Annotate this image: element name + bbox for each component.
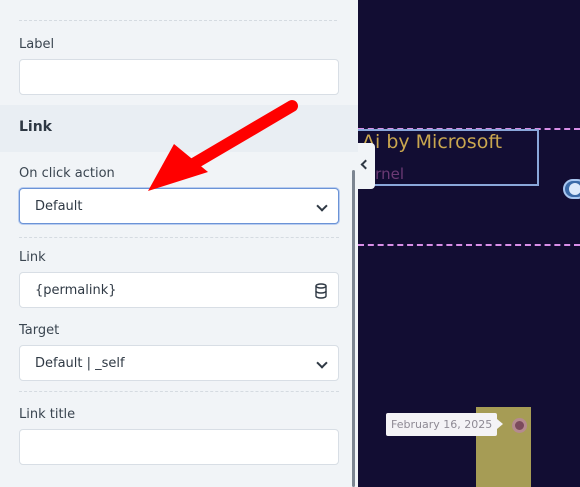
preview-canvas: Ai by Microsoft ornel February 16, 2025 <box>358 0 580 487</box>
chevron-down-icon <box>316 200 328 212</box>
link-title-label: Link title <box>19 407 76 422</box>
dashed-guide-bottom <box>358 244 580 246</box>
link-section-header[interactable] <box>0 105 358 152</box>
link-label: Link <box>19 250 46 265</box>
chevron-down-icon <box>316 357 328 369</box>
on-click-action-select[interactable]: Default <box>19 188 339 224</box>
date-tooltip: February 16, 2025 <box>386 413 504 436</box>
collapse-panel-button[interactable] <box>358 143 375 189</box>
link-input[interactable]: {permalink} <box>19 272 339 308</box>
label-field-label: Label <box>19 37 55 52</box>
on-click-action-label: On click action <box>19 166 115 181</box>
divider <box>19 20 337 21</box>
target-label: Target <box>19 323 60 338</box>
divider <box>19 237 339 238</box>
link-title-input[interactable] <box>19 429 339 465</box>
target-select[interactable]: Default | _self <box>19 345 339 381</box>
lock-icon[interactable] <box>563 179 580 199</box>
label-input[interactable] <box>19 59 339 95</box>
link-section-title: Link <box>19 119 52 135</box>
timeline-dot <box>512 418 527 433</box>
divider <box>19 391 339 392</box>
settings-panel: Label Link On click action Default Link … <box>0 0 358 487</box>
database-icon[interactable] <box>315 283 327 299</box>
panel-scrollbar[interactable] <box>352 170 355 487</box>
preview-title[interactable]: Ai by Microsoft <box>362 131 502 153</box>
chevron-left-icon <box>360 159 371 170</box>
